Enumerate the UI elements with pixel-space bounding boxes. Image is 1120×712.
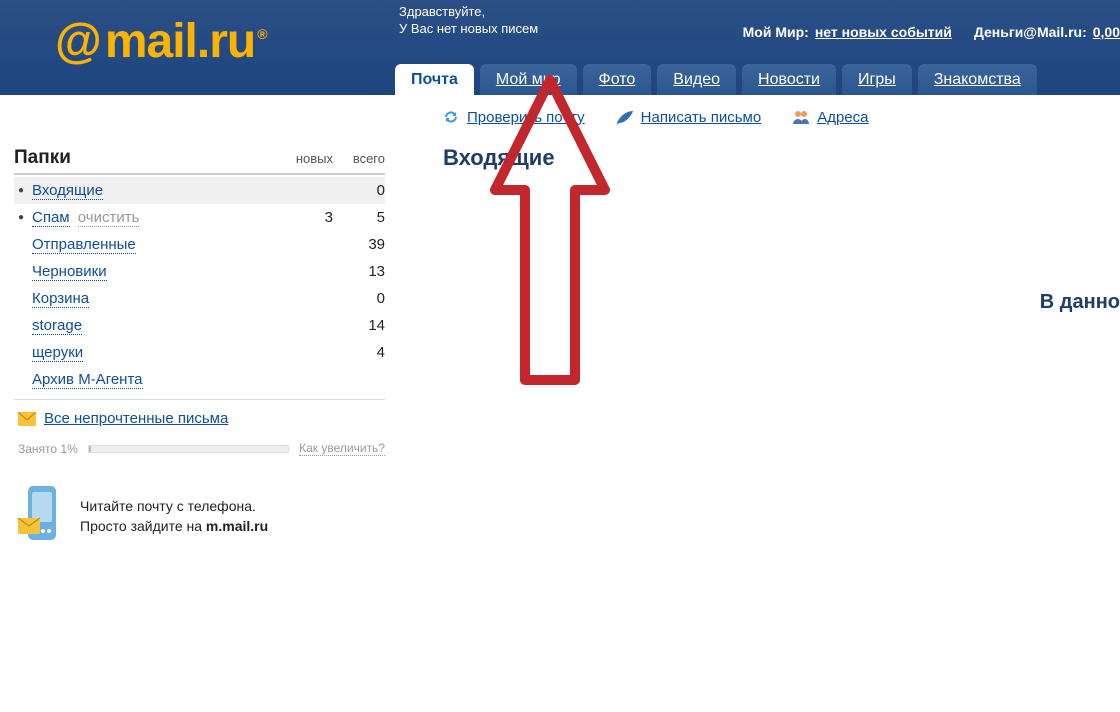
refresh-icon [441,107,461,127]
tab-1[interactable]: Мой мир [480,64,577,95]
top-links: Мой Мир: нет новых событий Деньги@Mail.r… [743,24,1120,40]
folder-row[interactable]: Корзина 0 [14,285,385,312]
greeting-line1: Здравствуйте, [399,3,1120,20]
col-total: всего [333,151,385,166]
action-compose[interactable]: Написать письмо [615,107,762,127]
folder-name: Отправленные [32,236,281,253]
folder-link[interactable]: Отправленные [32,236,136,254]
action-check-mail[interactable]: Проверить почту [441,107,585,127]
phone-icon [18,484,64,547]
tab-6[interactable]: Знакомства [918,64,1037,95]
folder-row[interactable]: Архив М-Агента [14,366,385,393]
sidebar: Папки новых всего ●Входящие0●Спам очисти… [0,137,395,547]
storage-bar [88,445,289,453]
money-link[interactable]: 0,00 [1093,24,1120,40]
unread-link-row[interactable]: Все непрочтенные письма [14,410,385,427]
folder-row[interactable]: ●Входящие 0 [14,177,385,204]
promo: Читайте почту с телефона. Просто зайдите… [14,484,385,547]
folder-total-count: 0 [333,290,385,307]
unread-link[interactable]: Все непрочтенные письма [44,410,228,427]
folder-link[interactable]: Черновики [32,263,107,281]
tabs: ПочтаМой мирФотоВидеоНовостиИгрыЗнакомст… [395,64,1037,95]
top-link-moymir[interactable]: Мой Мир: нет новых событий [743,24,952,40]
folder-link[interactable]: Архив М-Агента [32,371,143,389]
folders-title: Папки [14,147,281,169]
tab-3[interactable]: Видео [657,64,736,95]
content-heading: Входящие [443,145,1120,171]
compose-link[interactable]: Написать письмо [641,109,762,126]
people-icon [791,107,811,127]
folder-name: Спам очистить [32,209,281,226]
storage-row: Занято 1% Как увеличить? [14,441,385,456]
folder-name: Черновики [32,263,281,280]
folder-total-count: 4 [333,344,385,361]
folder-new-count: 3 [281,209,333,226]
promo-line1: Читайте почту с телефона. [80,496,268,516]
logo-reg-icon: ® [257,26,266,42]
action-bar: Проверить почту Написать письмо Адреса [0,95,1120,137]
folders-header: Папки новых всего [14,147,385,175]
folder-link[interactable]: Спам [32,209,70,227]
folders-list: ●Входящие0●Спам очистить35Отправленные39… [14,177,385,393]
folder-total-count: 13 [333,263,385,280]
moymir-link[interactable]: нет новых событий [815,24,952,40]
tab-4[interactable]: Новости [742,64,836,95]
header: @mail.ru® Здравствуйте, У Вас нет новых … [0,0,1120,95]
envelope-icon [18,412,36,426]
folder-total-count: 5 [333,209,385,226]
folder-name: Входящие [32,182,281,199]
folder-name: Корзина [32,290,281,307]
folder-link[interactable]: Корзина [32,290,89,308]
promo-line2b: m.mail.ru [206,518,268,534]
folder-extra-link[interactable]: очистить [78,209,140,227]
folder-row[interactable]: щеруки 4 [14,339,385,366]
divider [14,399,385,400]
bullet-icon: ● [18,185,32,196]
action-contacts[interactable]: Адреса [791,107,868,127]
money-label: Деньги@Mail.ru: [974,24,1087,40]
folder-row[interactable]: storage 14 [14,312,385,339]
folder-total-count: 14 [333,317,385,334]
folder-row[interactable]: Черновики 13 [14,258,385,285]
folder-link[interactable]: щеруки [32,344,83,362]
promo-line2a: Просто зайдите на [80,518,206,534]
storage-how-link[interactable]: Как увеличить? [299,441,385,456]
folder-row[interactable]: Отправленные 39 [14,231,385,258]
logo-text: mail.ru [105,14,255,69]
folder-link[interactable]: Входящие [32,182,103,200]
logo-at-icon: @ [55,14,101,69]
folder-name: storage [32,317,281,334]
folder-name: Архив М-Агента [32,371,281,388]
top-link-money[interactable]: Деньги@Mail.ru: 0,00 [974,24,1120,40]
folder-name: щеруки [32,344,281,361]
col-new: новых [281,151,333,166]
tab-2[interactable]: Фото [583,64,652,95]
folder-row[interactable]: ●Спам очистить35 [14,204,385,231]
storage-fill [89,446,91,452]
logo[interactable]: @mail.ru® [0,0,395,95]
folder-total-count: 0 [333,182,385,199]
folder-link[interactable]: storage [32,317,82,335]
quill-icon [615,107,635,127]
tab-5[interactable]: Игры [842,64,912,95]
tab-0[interactable]: Почта [395,64,474,95]
promo-text: Читайте почту с телефона. Просто зайдите… [80,496,268,536]
check-mail-link[interactable]: Проверить почту [467,109,585,126]
main: Папки новых всего ●Входящие0●Спам очисти… [0,137,1120,547]
storage-used: Занято 1% [18,442,78,456]
content-body: В данно [443,291,1120,314]
header-right: Здравствуйте, У Вас нет новых писем Мой … [395,0,1120,95]
bullet-icon: ● [18,212,32,223]
content: Входящие В данно [395,137,1120,547]
contacts-link[interactable]: Адреса [817,109,868,126]
folder-total-count: 39 [333,236,385,253]
moymir-label: Мой Мир: [743,24,809,40]
